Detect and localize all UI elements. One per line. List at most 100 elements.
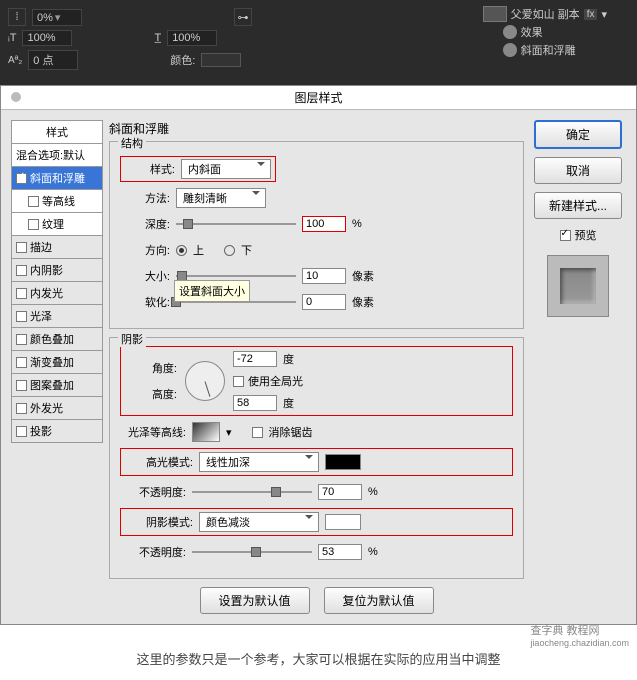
highlight-color-swatch[interactable]	[325, 454, 361, 470]
size-input[interactable]: 10	[302, 268, 346, 284]
checkbox-icon[interactable]	[28, 196, 39, 207]
close-icon[interactable]	[11, 92, 21, 102]
style-gradient-overlay[interactable]: 渐变叠加	[11, 351, 103, 374]
size-tooltip: 设置斜面大小	[174, 280, 250, 302]
opacity-field[interactable]: 0%▾	[32, 9, 82, 26]
angle-unit: 度	[283, 351, 294, 367]
color-label-vis: 颜色:	[170, 52, 195, 68]
app-top-bar: ⁞ 0%▾ ⊶ ᵢT 100% T̲ 100% Aª₂ 0 点 颜色: 父爱如山…	[0, 0, 637, 85]
styles-header[interactable]: 样式	[11, 120, 103, 144]
angle-dial[interactable]	[185, 361, 225, 401]
blend-options-item[interactable]: 混合选项:默认	[11, 144, 103, 167]
style-inner-glow[interactable]: 内发光	[11, 282, 103, 305]
style-contour[interactable]: 等高线	[11, 190, 103, 213]
dialog-title-text: 图层样式	[294, 91, 342, 105]
direction-down-label: 下	[241, 242, 252, 258]
checkbox-icon[interactable]	[16, 334, 27, 345]
chevron-down-icon[interactable]: ▾	[601, 8, 607, 21]
structure-legend: 结构	[118, 135, 146, 151]
direction-up-radio[interactable]	[176, 245, 187, 256]
text-tool-icon: ᵢT	[8, 32, 16, 44]
chain-icon[interactable]: ⁞	[8, 8, 26, 26]
eye-icon[interactable]	[503, 43, 517, 57]
checkbox-icon[interactable]	[16, 265, 27, 276]
make-default-button[interactable]: 设置为默认值	[200, 587, 310, 614]
size-unit: 像素	[352, 268, 374, 284]
style-drop-shadow[interactable]: 投影	[11, 420, 103, 443]
style-pattern-overlay[interactable]: 图案叠加	[11, 374, 103, 397]
shadow-mode-select[interactable]: 颜色减淡	[199, 512, 319, 532]
redbox-style: 样式: 内斜面	[120, 156, 276, 182]
cancel-button[interactable]: 取消	[534, 157, 622, 184]
style-inner-shadow[interactable]: 内阴影	[11, 259, 103, 282]
style-label: 样式:	[125, 161, 175, 177]
right-column: 确定 取消 新建样式... 预览	[530, 120, 626, 614]
layer-name[interactable]: 父爱如山 副本	[511, 6, 580, 22]
highlight-opacity-label: 不透明度:	[120, 484, 186, 500]
color-swatch[interactable]	[201, 53, 241, 67]
altitude-unit: 度	[283, 395, 294, 411]
new-style-button[interactable]: 新建样式...	[534, 192, 622, 219]
ok-button[interactable]: 确定	[534, 120, 622, 149]
dialog-titlebar[interactable]: 图层样式	[1, 86, 636, 110]
watermark: 查字典 教程网 jiaocheng.chazidian.com	[530, 622, 629, 648]
aa-field[interactable]: 0 点	[28, 50, 78, 70]
preview-box	[547, 255, 609, 317]
checkbox-icon[interactable]	[16, 380, 27, 391]
style-color-overlay[interactable]: 颜色叠加	[11, 328, 103, 351]
altitude-input[interactable]: 58	[233, 395, 277, 411]
checkbox-icon[interactable]	[28, 219, 39, 230]
checkbox-icon[interactable]	[16, 357, 27, 368]
effect-bevel-label: 斜面和浮雕	[521, 42, 576, 58]
reset-default-button[interactable]: 复位为默认值	[324, 587, 434, 614]
layers-mini-panel: 父爱如山 副本 fx ▾ 效果 斜面和浮雕	[483, 6, 607, 60]
gloss-contour-picker[interactable]	[192, 422, 220, 442]
gloss-label: 光泽等高线:	[120, 424, 186, 440]
direction-down-radio[interactable]	[224, 245, 235, 256]
global-light-checkbox[interactable]	[233, 376, 244, 387]
highlight-opacity-input[interactable]: 70	[318, 484, 362, 500]
layer-thumb[interactable]	[483, 6, 507, 22]
checkbox-icon[interactable]	[16, 311, 27, 322]
antialias-checkbox[interactable]	[252, 427, 263, 438]
preview-checkbox[interactable]	[560, 230, 571, 241]
style-select[interactable]: 内斜面	[181, 159, 271, 179]
depth-slider[interactable]	[176, 217, 296, 231]
style-bevel[interactable]: 斜面和浮雕	[11, 167, 103, 190]
scale-h-field[interactable]: 100%	[22, 30, 72, 46]
highlight-mode-label: 高光模式:	[127, 454, 193, 470]
style-satin[interactable]: 光泽	[11, 305, 103, 328]
checkbox-icon[interactable]	[16, 242, 27, 253]
shadow-opacity-input[interactable]: 53	[318, 544, 362, 560]
preview-label: 预览	[575, 227, 597, 243]
settings-panel: 斜面和浮雕 结构 样式: 内斜面 方法: 雕刻清晰 深度: 100	[109, 120, 524, 614]
size-label: 大小:	[120, 268, 170, 284]
layer-style-dialog: 图层样式 样式 混合选项:默认 斜面和浮雕 等高线 纹理 描边 内阴影 内发光 …	[0, 85, 637, 625]
checkbox-icon[interactable]	[16, 426, 27, 437]
section-title: 斜面和浮雕	[109, 120, 524, 137]
shadow-mode-label: 阴影模式:	[127, 514, 193, 530]
fx-badge[interactable]: fx	[584, 9, 598, 20]
scale-v-field[interactable]: 100%	[167, 30, 217, 46]
checkbox-icon[interactable]	[16, 173, 27, 184]
depth-input[interactable]: 100	[302, 216, 346, 232]
chevron-down-icon: ▾	[53, 12, 63, 24]
highlight-opacity-slider[interactable]	[192, 485, 312, 499]
angle-input[interactable]: -72	[233, 351, 277, 367]
eye-icon[interactable]	[503, 25, 517, 39]
soften-input[interactable]: 0	[302, 294, 346, 310]
direction-label: 方向:	[120, 242, 170, 258]
style-stroke[interactable]: 描边	[11, 236, 103, 259]
style-list: 样式 混合选项:默认 斜面和浮雕 等高线 纹理 描边 内阴影 内发光 光泽 颜色…	[11, 120, 103, 614]
chevron-down-icon[interactable]: ▾	[226, 426, 232, 439]
checkbox-icon[interactable]	[16, 403, 27, 414]
technique-select[interactable]: 雕刻清晰	[176, 188, 266, 208]
shadow-color-swatch[interactable]	[325, 514, 361, 530]
checkbox-icon[interactable]	[16, 288, 27, 299]
style-outer-glow[interactable]: 外发光	[11, 397, 103, 420]
shadow-opacity-slider[interactable]	[192, 545, 312, 559]
highlight-mode-select[interactable]: 线性加深	[199, 452, 319, 472]
link-icon[interactable]: ⊶	[234, 8, 252, 26]
redbox-highlight: 高光模式: 线性加深	[120, 448, 513, 476]
style-texture[interactable]: 纹理	[11, 213, 103, 236]
